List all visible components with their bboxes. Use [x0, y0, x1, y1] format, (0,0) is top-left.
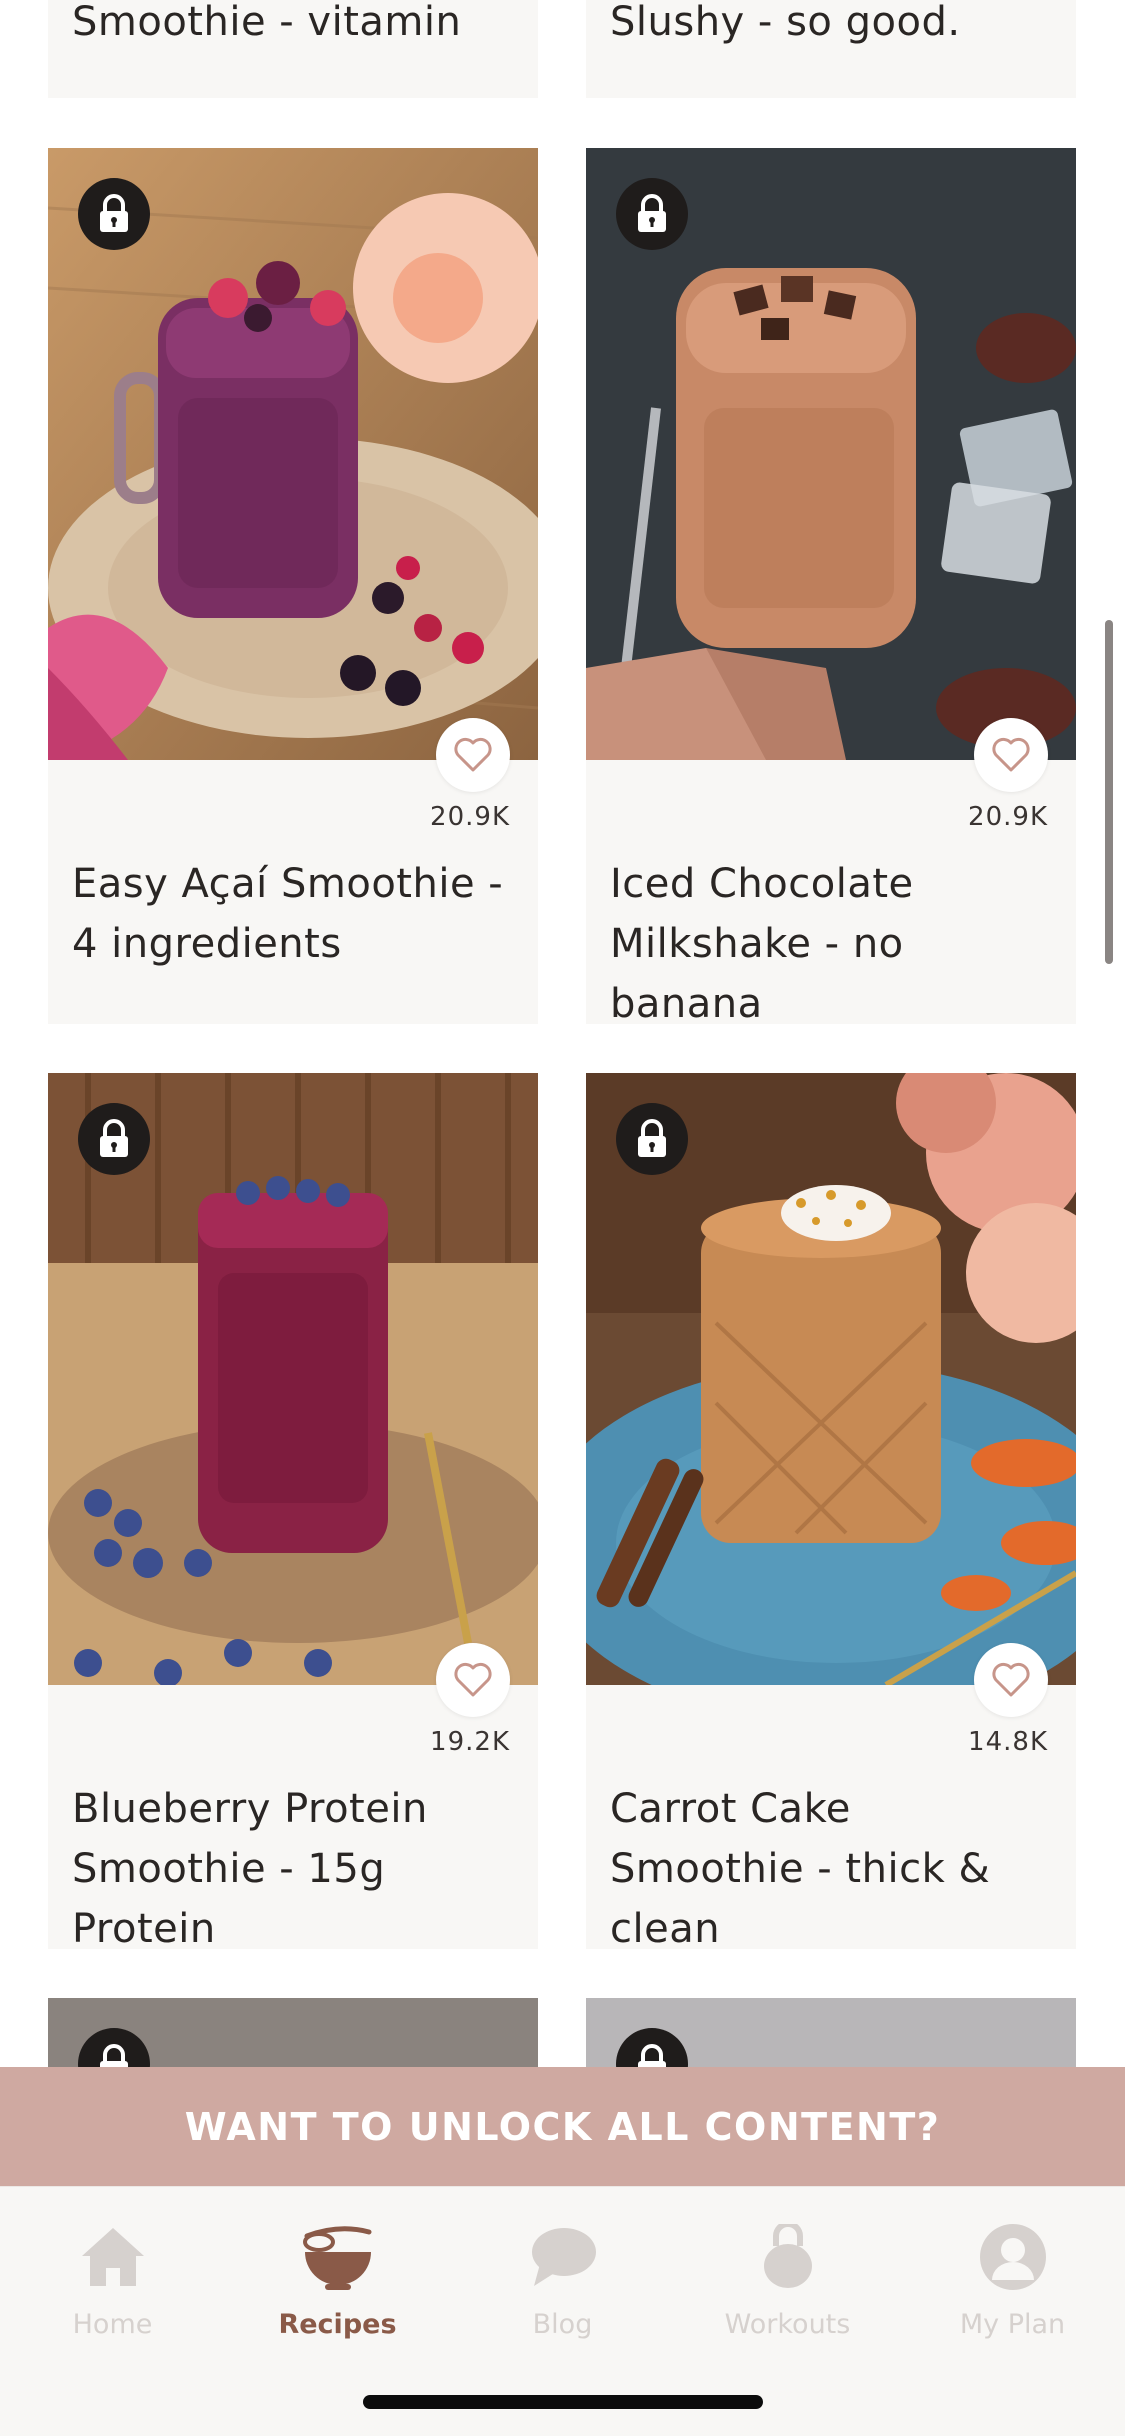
unlock-banner-label: WANT TO UNLOCK ALL CONTENT?	[184, 2104, 941, 2149]
heart-icon[interactable]	[436, 718, 510, 792]
recipe-card-chocolate[interactable]: 20.9K Iced Chocolate Milkshake - no bana…	[586, 148, 1076, 1024]
tab-recipes[interactable]: Recipes	[225, 2217, 450, 2357]
like-count: 20.9K	[968, 802, 1048, 832]
heart-icon[interactable]	[974, 1643, 1048, 1717]
tab-blog[interactable]: Blog	[450, 2217, 675, 2357]
recipe-title: Smoothie - vitamin	[72, 0, 462, 45]
bowl-whisk-icon	[298, 2217, 378, 2297]
recipe-card-acai[interactable]: 20.9K Easy Açaí Smoothie - 4 ingredients	[48, 148, 538, 1024]
tab-my-plan[interactable]: My Plan	[900, 2217, 1125, 2357]
recipe-card-partial-top-left[interactable]: Smoothie - vitamin	[48, 0, 538, 98]
unlock-content-banner[interactable]: WANT TO UNLOCK ALL CONTENT?	[0, 2067, 1125, 2186]
recipe-title: Slushy - so good.	[610, 0, 961, 45]
like-count: 19.2K	[430, 1727, 510, 1757]
lock-icon	[78, 178, 150, 250]
heart-icon[interactable]	[974, 718, 1048, 792]
recipe-title: Carrot Cake Smoothie - thick & clean	[610, 1786, 991, 1949]
heart-icon[interactable]	[436, 1643, 510, 1717]
tab-workouts[interactable]: Workouts	[675, 2217, 900, 2357]
recipe-card-partial-top-right[interactable]: Slushy - so good.	[586, 0, 1076, 98]
profile-icon	[973, 2217, 1053, 2297]
recipe-card-carrot-cake[interactable]: 14.8K Carrot Cake Smoothie - thick & cle…	[586, 1073, 1076, 1949]
recipe-title: Easy Açaí Smoothie - 4 ingredients	[72, 861, 504, 967]
tab-label: Blog	[532, 2309, 593, 2340]
like-count: 20.9K	[430, 802, 510, 832]
home-indicator[interactable]	[363, 2395, 763, 2409]
tab-label: My Plan	[959, 2309, 1066, 2340]
recipe-card-blueberry[interactable]: 19.2K Blueberry Protein Smoothie - 15g P…	[48, 1073, 538, 1949]
tab-label: Workouts	[724, 2309, 851, 2340]
like-count: 14.8K	[968, 1727, 1048, 1757]
recipe-title: Iced Chocolate Milkshake - no banana	[610, 861, 914, 1024]
home-icon	[73, 2217, 153, 2297]
recipe-card-partial-bottom-left[interactable]	[48, 1998, 538, 2067]
tab-label: Recipes	[278, 2309, 397, 2340]
kettlebell-icon	[748, 2217, 828, 2297]
tab-label: Home	[72, 2309, 153, 2340]
lock-icon	[78, 1103, 150, 1175]
recipe-card-partial-bottom-right[interactable]	[586, 1998, 1076, 2067]
lock-icon	[616, 1103, 688, 1175]
recipe-title: Blueberry Protein Smoothie - 15g Protein	[72, 1786, 428, 1949]
chat-bubble-icon	[523, 2217, 603, 2297]
lock-icon	[616, 178, 688, 250]
scrollbar[interactable]	[1105, 620, 1113, 964]
tab-home[interactable]: Home	[0, 2217, 225, 2357]
